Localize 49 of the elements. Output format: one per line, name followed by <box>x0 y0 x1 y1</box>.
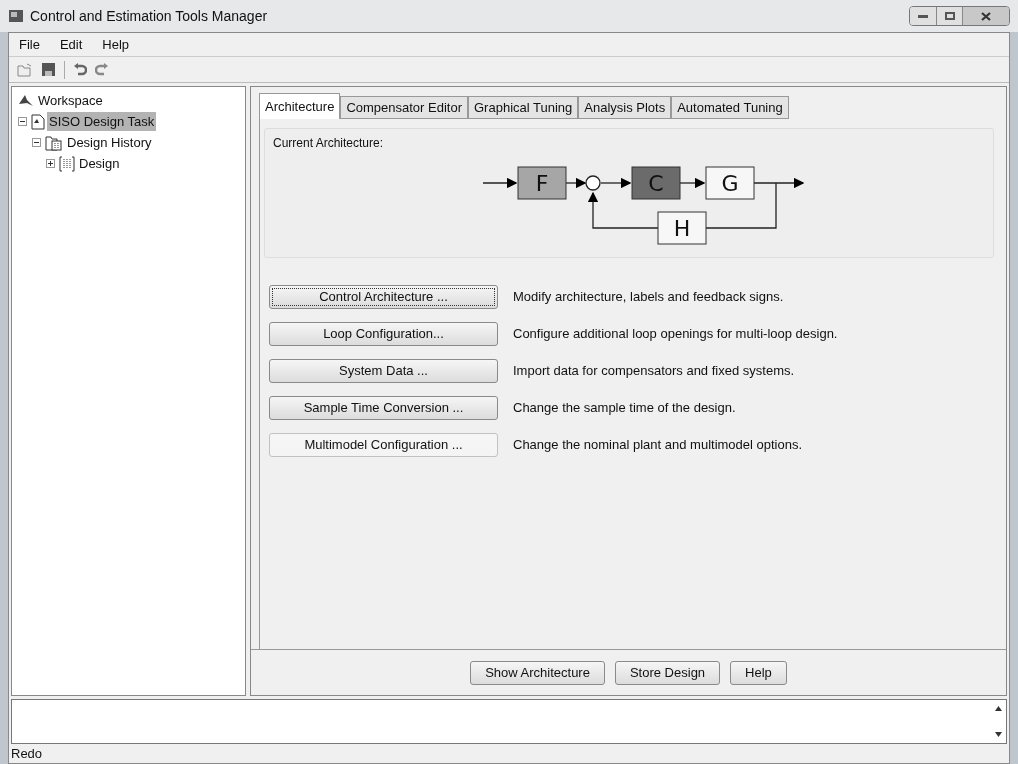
app-icon <box>8 8 24 24</box>
footer-button[interactable]: Store Design <box>614 660 721 685</box>
action-button[interactable]: System Data ... <box>269 359 498 383</box>
feedback-block: H <box>657 211 707 245</box>
collapse-icon[interactable] <box>32 138 41 147</box>
action-description: Modify architecture, labels and feedback signs. <box>513 288 784 307</box>
action-description: Change the nominal plant and multimodel options. <box>513 436 803 455</box>
close-button[interactable] <box>963 7 1009 25</box>
action-button[interactable]: Sample Time Conversion ... <box>269 396 498 420</box>
collapse-icon[interactable] <box>18 117 27 126</box>
minimize-button[interactable] <box>910 7 937 25</box>
prefilter-block: F <box>517 166 567 200</box>
expand-icon[interactable] <box>46 159 55 168</box>
undo-icon[interactable] <box>73 62 87 77</box>
folder-icon <box>45 134 63 151</box>
tab[interactable]: Architecture <box>259 93 341 119</box>
panel-title: Current Architecture: <box>272 135 385 152</box>
tab[interactable]: Graphical Tuning <box>468 96 579 119</box>
menu-item[interactable]: Edit <box>59 34 83 55</box>
tab[interactable]: Automated Tuning <box>671 96 789 119</box>
footer-button[interactable]: Show Architecture <box>470 660 605 685</box>
menu-item[interactable]: File <box>19 34 40 55</box>
tab[interactable]: Analysis Plots <box>578 96 672 119</box>
scroll-down-icon[interactable] <box>994 732 1002 737</box>
workspace-icon <box>18 93 34 108</box>
action-description: Import data for compensators and fixed systems. <box>513 362 795 381</box>
window-title: Control and Estimation Tools Manager <box>30 6 268 26</box>
footer-button[interactable]: Help <box>730 660 787 685</box>
redo-icon[interactable] <box>95 62 109 77</box>
maximize-button[interactable] <box>937 7 963 25</box>
tree-item[interactable]: Design History <box>65 132 154 153</box>
close-icon <box>981 11 991 21</box>
status-text: Redo <box>11 744 43 763</box>
action-button[interactable]: Loop Configuration... <box>269 322 498 346</box>
tree-item[interactable]: SISO Design Task <box>47 111 157 132</box>
action-button[interactable]: Control Architecture ... <box>269 285 498 309</box>
scroll-up-icon[interactable] <box>994 706 1002 711</box>
save-icon[interactable] <box>41 62 56 77</box>
document-icon <box>31 113 45 130</box>
summing-junction <box>585 175 601 191</box>
action-description: Configure additional loop openings for multi-loop design. <box>513 325 838 344</box>
plant-block: G <box>705 166 755 200</box>
design-icon <box>59 155 75 172</box>
menu-item[interactable]: Help <box>102 34 130 55</box>
tree-item[interactable]: Design <box>77 153 122 174</box>
tab[interactable]: Compensator Editor <box>340 96 468 119</box>
action-description: Change the sample time of the design. <box>513 399 736 418</box>
compensator-block: C <box>631 166 681 200</box>
tree-item[interactable]: Workspace <box>36 90 105 111</box>
